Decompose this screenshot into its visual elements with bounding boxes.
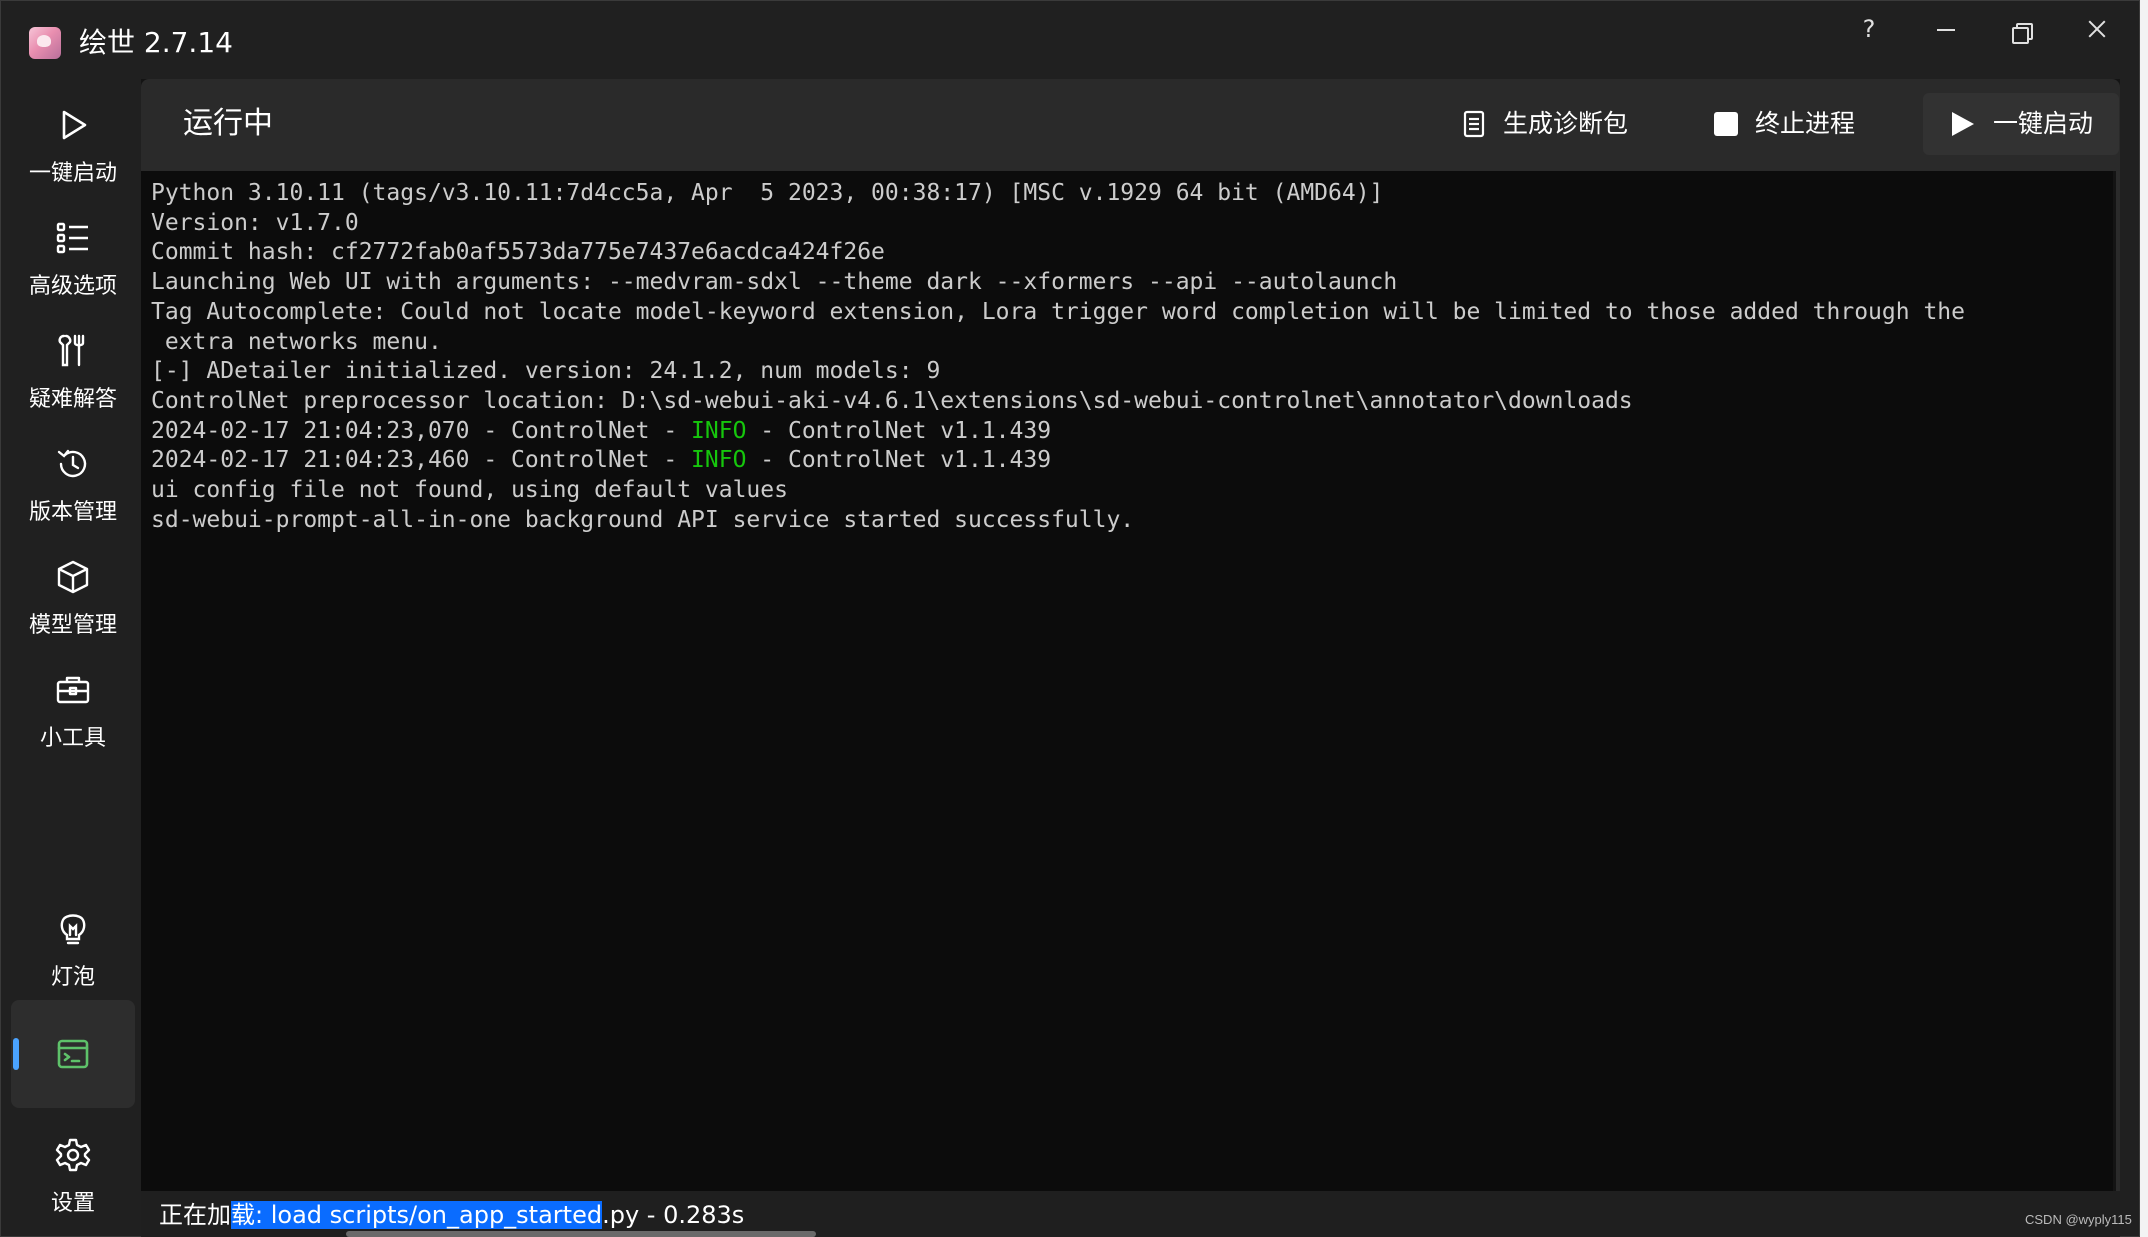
console-line: Python 3.10.11 (tags/v3.10.11:7d4cc5a, A… bbox=[151, 180, 1384, 206]
play-icon bbox=[1947, 109, 1977, 139]
sidebar-item-advanced[interactable]: 高级选项 bbox=[11, 204, 135, 312]
sidebar-item-launch[interactable]: 一键启动 bbox=[11, 91, 135, 199]
close-button[interactable] bbox=[2067, 7, 2127, 51]
minimize-button[interactable] bbox=[1915, 7, 1975, 51]
stop-process-button[interactable]: 终止进程 bbox=[1711, 93, 1881, 155]
vertical-scrollbar[interactable] bbox=[2116, 171, 2120, 1191]
console-icon bbox=[55, 1036, 91, 1072]
sidebar: 一键启动 高级选项 疑难解答 版本管理 模型管理 小工具 灯泡 设置 bbox=[1, 79, 141, 1237]
document-icon bbox=[1459, 109, 1489, 139]
page-title: 运行中 bbox=[183, 106, 273, 141]
console-line: ui config file not found, using default … bbox=[151, 477, 788, 504]
sidebar-item-label: 灯泡 bbox=[50, 965, 95, 990]
play-icon bbox=[55, 107, 91, 143]
log-prefix: 2024-02-17 21:04:23,460 - ControlNet - bbox=[151, 447, 692, 474]
status-text: 正在加载: load scripts/on_app_started.py - 0… bbox=[159, 1199, 744, 1231]
cube-icon bbox=[55, 559, 91, 595]
sidebar-item-models[interactable]: 模型管理 bbox=[11, 543, 135, 651]
console-line: extra networks menu. bbox=[151, 328, 442, 355]
horizontal-scrollbar[interactable] bbox=[346, 1231, 816, 1237]
sidebar-item-console[interactable] bbox=[11, 1000, 135, 1108]
gear-icon bbox=[55, 1137, 91, 1173]
console-output[interactable]: Python 3.10.11 (tags/v3.10.11:7d4cc5a, A… bbox=[141, 171, 2113, 1191]
status-selected-text: 载: load scripts/on_app_started bbox=[231, 1201, 603, 1229]
sidebar-item-version[interactable]: 版本管理 bbox=[11, 430, 135, 538]
window-title: 绘世 2.7.14 bbox=[79, 26, 233, 59]
sidebar-item-label: 疑难解答 bbox=[28, 387, 117, 412]
help-button[interactable]: ? bbox=[1839, 7, 1899, 51]
log-message: - ControlNet v1.1.439 bbox=[746, 417, 1052, 444]
app-window: 绘世 2.7.14 ? 一键启动 高级选项 疑难解答 版本管理 模型管理 小工具… bbox=[0, 0, 2140, 1237]
log-level: INFO bbox=[691, 447, 747, 474]
generate-diagnostics-button[interactable]: 生成诊断包 bbox=[1459, 93, 1659, 155]
console-log-line: 2024-02-17 21:04:23,070 - ControlNet - I… bbox=[151, 417, 2103, 447]
toolbox-icon bbox=[55, 672, 91, 708]
console-line: [-] ADetailer initialized. version: 24.1… bbox=[151, 358, 941, 385]
console-line: sd-webui-prompt-all-in-one background AP… bbox=[151, 506, 1135, 533]
status-suffix: .py - 0.283s bbox=[602, 1201, 745, 1229]
sidebar-item-label: 版本管理 bbox=[28, 500, 117, 525]
sidebar-item-troubleshoot[interactable]: 疑难解答 bbox=[11, 317, 135, 425]
history-icon bbox=[55, 446, 91, 482]
app-logo-icon bbox=[29, 27, 61, 59]
sidebar-item-label: 模型管理 bbox=[28, 613, 117, 638]
list-icon bbox=[55, 220, 91, 256]
log-prefix: 2024-02-17 21:04:23,070 - ControlNet - bbox=[151, 417, 692, 444]
button-label: 终止进程 bbox=[1755, 109, 1856, 138]
sidebar-item-lightbulb[interactable]: 灯泡 bbox=[11, 895, 135, 1003]
lightbulb-icon bbox=[55, 911, 91, 947]
console-line: ControlNet preprocessor location: D:\sd-… bbox=[151, 387, 1633, 414]
one-click-launch-button[interactable]: 一键启动 bbox=[1923, 93, 2119, 155]
console-log-line: 2024-02-17 21:04:23,460 - ControlNet - I… bbox=[151, 446, 2103, 476]
sidebar-item-label: 一键启动 bbox=[28, 161, 117, 186]
stop-icon bbox=[1711, 109, 1741, 139]
console-line: Commit hash: cf2772fab0af5573da775e7437e… bbox=[151, 239, 885, 266]
sidebar-item-label: 设置 bbox=[50, 1191, 95, 1216]
sidebar-item-label: 小工具 bbox=[39, 726, 106, 751]
active-indicator bbox=[13, 1038, 19, 1070]
main-panel: 运行中 生成诊断包 终止进程 一键启动 Python 3.10.11 (tags… bbox=[141, 79, 2120, 1237]
log-message: - ControlNet v1.1.439 bbox=[746, 447, 1052, 474]
tools-icon bbox=[55, 333, 91, 369]
console-line: Version: v1.7.0 bbox=[151, 209, 359, 236]
restore-button[interactable] bbox=[1991, 7, 2051, 51]
watermark: CSDN @wyply115 bbox=[2025, 1212, 2132, 1227]
button-label: 一键启动 bbox=[1993, 109, 2094, 138]
console-line: Tag Autocomplete: Could not locate model… bbox=[151, 298, 1965, 325]
sidebar-item-label: 高级选项 bbox=[28, 274, 117, 299]
sidebar-item-tools[interactable]: 小工具 bbox=[11, 656, 135, 764]
console-line: Launching Web UI with arguments: --medvr… bbox=[151, 269, 1398, 296]
title-bar: 绘世 2.7.14 ? bbox=[1, 1, 2139, 79]
button-label: 生成诊断包 bbox=[1503, 109, 1629, 138]
page-header: 运行中 生成诊断包 终止进程 一键启动 bbox=[141, 79, 2120, 171]
status-prefix: 正在加 bbox=[159, 1201, 231, 1229]
sidebar-item-settings[interactable]: 设置 bbox=[11, 1121, 135, 1229]
log-level: INFO bbox=[691, 417, 747, 444]
